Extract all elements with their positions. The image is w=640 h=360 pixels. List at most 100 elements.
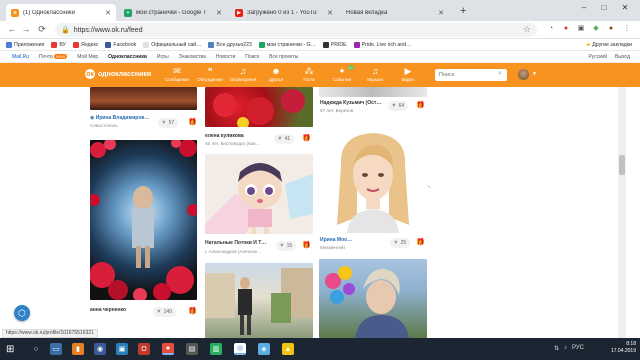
ok-logo[interactable]: ок одноклассники bbox=[85, 69, 151, 79]
bookmark-item[interactable]: мои странички - G… bbox=[258, 41, 316, 48]
bookmark-item[interactable]: PRIDE bbox=[322, 41, 347, 48]
page-scrollbar[interactable] bbox=[618, 87, 626, 338]
logout-link[interactable]: Выход bbox=[615, 54, 630, 60]
address-bar[interactable]: 🔒 https://www.ok.ru/feed ☆ bbox=[55, 23, 537, 37]
minimize-button[interactable]: – bbox=[576, 3, 592, 12]
portal-link-dating[interactable]: Знакомства bbox=[179, 54, 206, 60]
photo-thumbnail[interactable] bbox=[90, 87, 197, 110]
like-button[interactable]: ♥ 25 bbox=[390, 238, 411, 248]
nav-events[interactable]: ✦ 17 События bbox=[327, 65, 357, 82]
app-icon[interactable]: ▲ bbox=[282, 343, 294, 355]
close-tab-icon[interactable]: ✕ bbox=[216, 9, 222, 17]
bookmark-item[interactable]: Официальный сай… bbox=[143, 41, 201, 48]
portal-link-games[interactable]: Игры bbox=[157, 54, 169, 60]
photo-thumbnail[interactable] bbox=[319, 125, 427, 233]
like-button[interactable]: ♥ 64 bbox=[388, 101, 409, 111]
maximize-button[interactable]: □ bbox=[596, 3, 612, 12]
scrollbar-thumb[interactable] bbox=[619, 155, 625, 175]
bookmark-item[interactable]: Все друзья223 bbox=[208, 41, 252, 48]
tab-odnoklassniki[interactable]: о (1) Одноклассники ✕ bbox=[6, 4, 116, 21]
portal-link-mymir[interactable]: Мой Мир bbox=[77, 54, 98, 60]
tab-youtube[interactable]: ▶ Загружено 0 из 1 - YouTube ✕ bbox=[230, 4, 338, 21]
bookmark-item[interactable]: Facebook bbox=[105, 41, 136, 48]
bookmark-star-icon[interactable]: ☆ bbox=[523, 24, 531, 35]
search-icon[interactable]: ○ bbox=[30, 343, 42, 355]
nav-messages[interactable]: ✉ Сообщения bbox=[162, 65, 192, 82]
close-window-button[interactable]: ✕ bbox=[617, 3, 633, 12]
windows-start-icon[interactable]: ⊞ bbox=[6, 344, 14, 355]
opera-icon[interactable]: O bbox=[138, 343, 150, 355]
nav-music[interactable]: ♫ Музыка bbox=[360, 65, 390, 82]
bookmark-item[interactable]: ВУ bbox=[51, 41, 66, 48]
tab-google-sheets[interactable]: + мои странички - Google Табл… ✕ bbox=[119, 4, 227, 21]
photo-thumbnail[interactable] bbox=[205, 87, 313, 127]
nav-video[interactable]: ▶ Видео bbox=[393, 65, 423, 82]
nav-discussions[interactable]: ❝ Обсуждения bbox=[195, 65, 225, 82]
menu-icon[interactable]: ⋮ bbox=[622, 24, 632, 34]
close-tab-icon[interactable]: ✕ bbox=[105, 9, 111, 17]
nav-guests[interactable]: ⁂ Гости bbox=[294, 65, 324, 82]
like-button[interactable]: ♥ 41 bbox=[274, 134, 295, 144]
nav-notifications[interactable]: ♫ Оповещения bbox=[228, 65, 258, 82]
extension-icon[interactable]: ◔ bbox=[546, 24, 556, 34]
close-tab-icon[interactable]: ✕ bbox=[327, 9, 333, 17]
card-author[interactable]: анна черненко bbox=[90, 307, 155, 313]
card-author[interactable]: елена куликова bbox=[205, 133, 275, 139]
chat-bubble-icon[interactable]: ⬡ bbox=[14, 305, 30, 321]
language-select[interactable]: Русский bbox=[588, 54, 607, 60]
reload-icon[interactable]: ⟳ bbox=[36, 24, 48, 35]
volume-icon[interactable]: ♪ bbox=[564, 345, 567, 352]
like-button[interactable]: ♥ 140 bbox=[153, 307, 176, 317]
portal-link-mail[interactable]: Почта NEW bbox=[39, 53, 68, 60]
screen-recorder-icon[interactable]: ● bbox=[162, 343, 174, 355]
card-author[interactable]: Ирина Моо… bbox=[320, 237, 378, 243]
profile-icon[interactable]: ● bbox=[606, 24, 616, 34]
user-avatar[interactable] bbox=[518, 69, 529, 80]
language-indicator[interactable]: РУС bbox=[572, 345, 584, 352]
portal-link-news[interactable]: Новости bbox=[216, 54, 235, 60]
bookmark-item[interactable]: Приложения bbox=[6, 41, 44, 48]
ok-search-input[interactable] bbox=[435, 69, 507, 81]
other-bookmarks[interactable]: ▰ Другие закладки bbox=[582, 42, 632, 48]
back-icon[interactable]: ← bbox=[6, 24, 18, 34]
portal-link-search[interactable]: Поиск bbox=[245, 54, 259, 60]
portal-link-mailru[interactable]: Mail.Ru bbox=[12, 54, 29, 60]
file-explorer-icon[interactable]: ▮ bbox=[72, 343, 84, 355]
tab-new[interactable]: Новая вкладка ✕ bbox=[341, 4, 449, 21]
photo-thumbnail[interactable] bbox=[319, 87, 427, 97]
gift-icon[interactable]: 🎁 bbox=[302, 134, 311, 142]
app-icon[interactable]: ▥ bbox=[210, 343, 222, 355]
photo-thumbnail[interactable] bbox=[205, 154, 313, 234]
extension-icon[interactable]: ● bbox=[561, 24, 571, 34]
card-author[interactable]: ◉ Ирина Владимиров… bbox=[90, 115, 155, 121]
photo-thumbnail[interactable] bbox=[319, 259, 427, 338]
gift-icon[interactable]: 🎁 bbox=[188, 307, 197, 315]
extension-icon[interactable]: ◆ bbox=[591, 24, 601, 34]
extension-icon[interactable]: ▣ bbox=[576, 24, 586, 34]
gift-icon[interactable]: 🎁 bbox=[188, 118, 197, 126]
gift-icon[interactable]: 🎁 bbox=[302, 241, 311, 249]
portal-link-ok[interactable]: Одноклассники bbox=[108, 54, 147, 60]
app-icon[interactable]: ◈ bbox=[258, 343, 270, 355]
forward-icon[interactable]: → bbox=[20, 24, 32, 34]
search-icon[interactable]: ⌕ bbox=[498, 70, 502, 78]
app-icon[interactable]: ◉ bbox=[94, 343, 106, 355]
close-tab-icon[interactable]: ✕ bbox=[438, 9, 444, 17]
app-icon[interactable]: ▤ bbox=[186, 343, 198, 355]
clock[interactable]: 8:18 17.04.2019 bbox=[611, 341, 636, 355]
network-icon[interactable]: ⇅ bbox=[554, 345, 559, 352]
nav-friends[interactable]: ☻ Друзья bbox=[261, 65, 291, 82]
bookmark-item[interactable]: Pride. Live rich and… bbox=[353, 41, 411, 48]
gift-icon[interactable]: 🎁 bbox=[416, 101, 425, 109]
photo-thumbnail[interactable] bbox=[205, 263, 313, 338]
portal-link-all-projects[interactable]: Все проекты bbox=[269, 54, 298, 60]
chrome-icon[interactable]: ◎ bbox=[234, 343, 246, 355]
like-button[interactable]: ♥ 15 bbox=[276, 241, 297, 251]
card-author[interactable]: Натальные Потоки И Т… bbox=[205, 240, 273, 246]
chevron-down-icon[interactable]: ▼ bbox=[532, 71, 537, 77]
bookmark-item[interactable]: Яндекс bbox=[72, 41, 98, 48]
gift-icon[interactable]: 🎁 bbox=[416, 238, 425, 246]
photo-thumbnail[interactable] bbox=[90, 140, 197, 300]
like-button[interactable]: ♥ 57 bbox=[158, 118, 179, 128]
task-view-icon[interactable]: ▭ bbox=[50, 343, 62, 355]
